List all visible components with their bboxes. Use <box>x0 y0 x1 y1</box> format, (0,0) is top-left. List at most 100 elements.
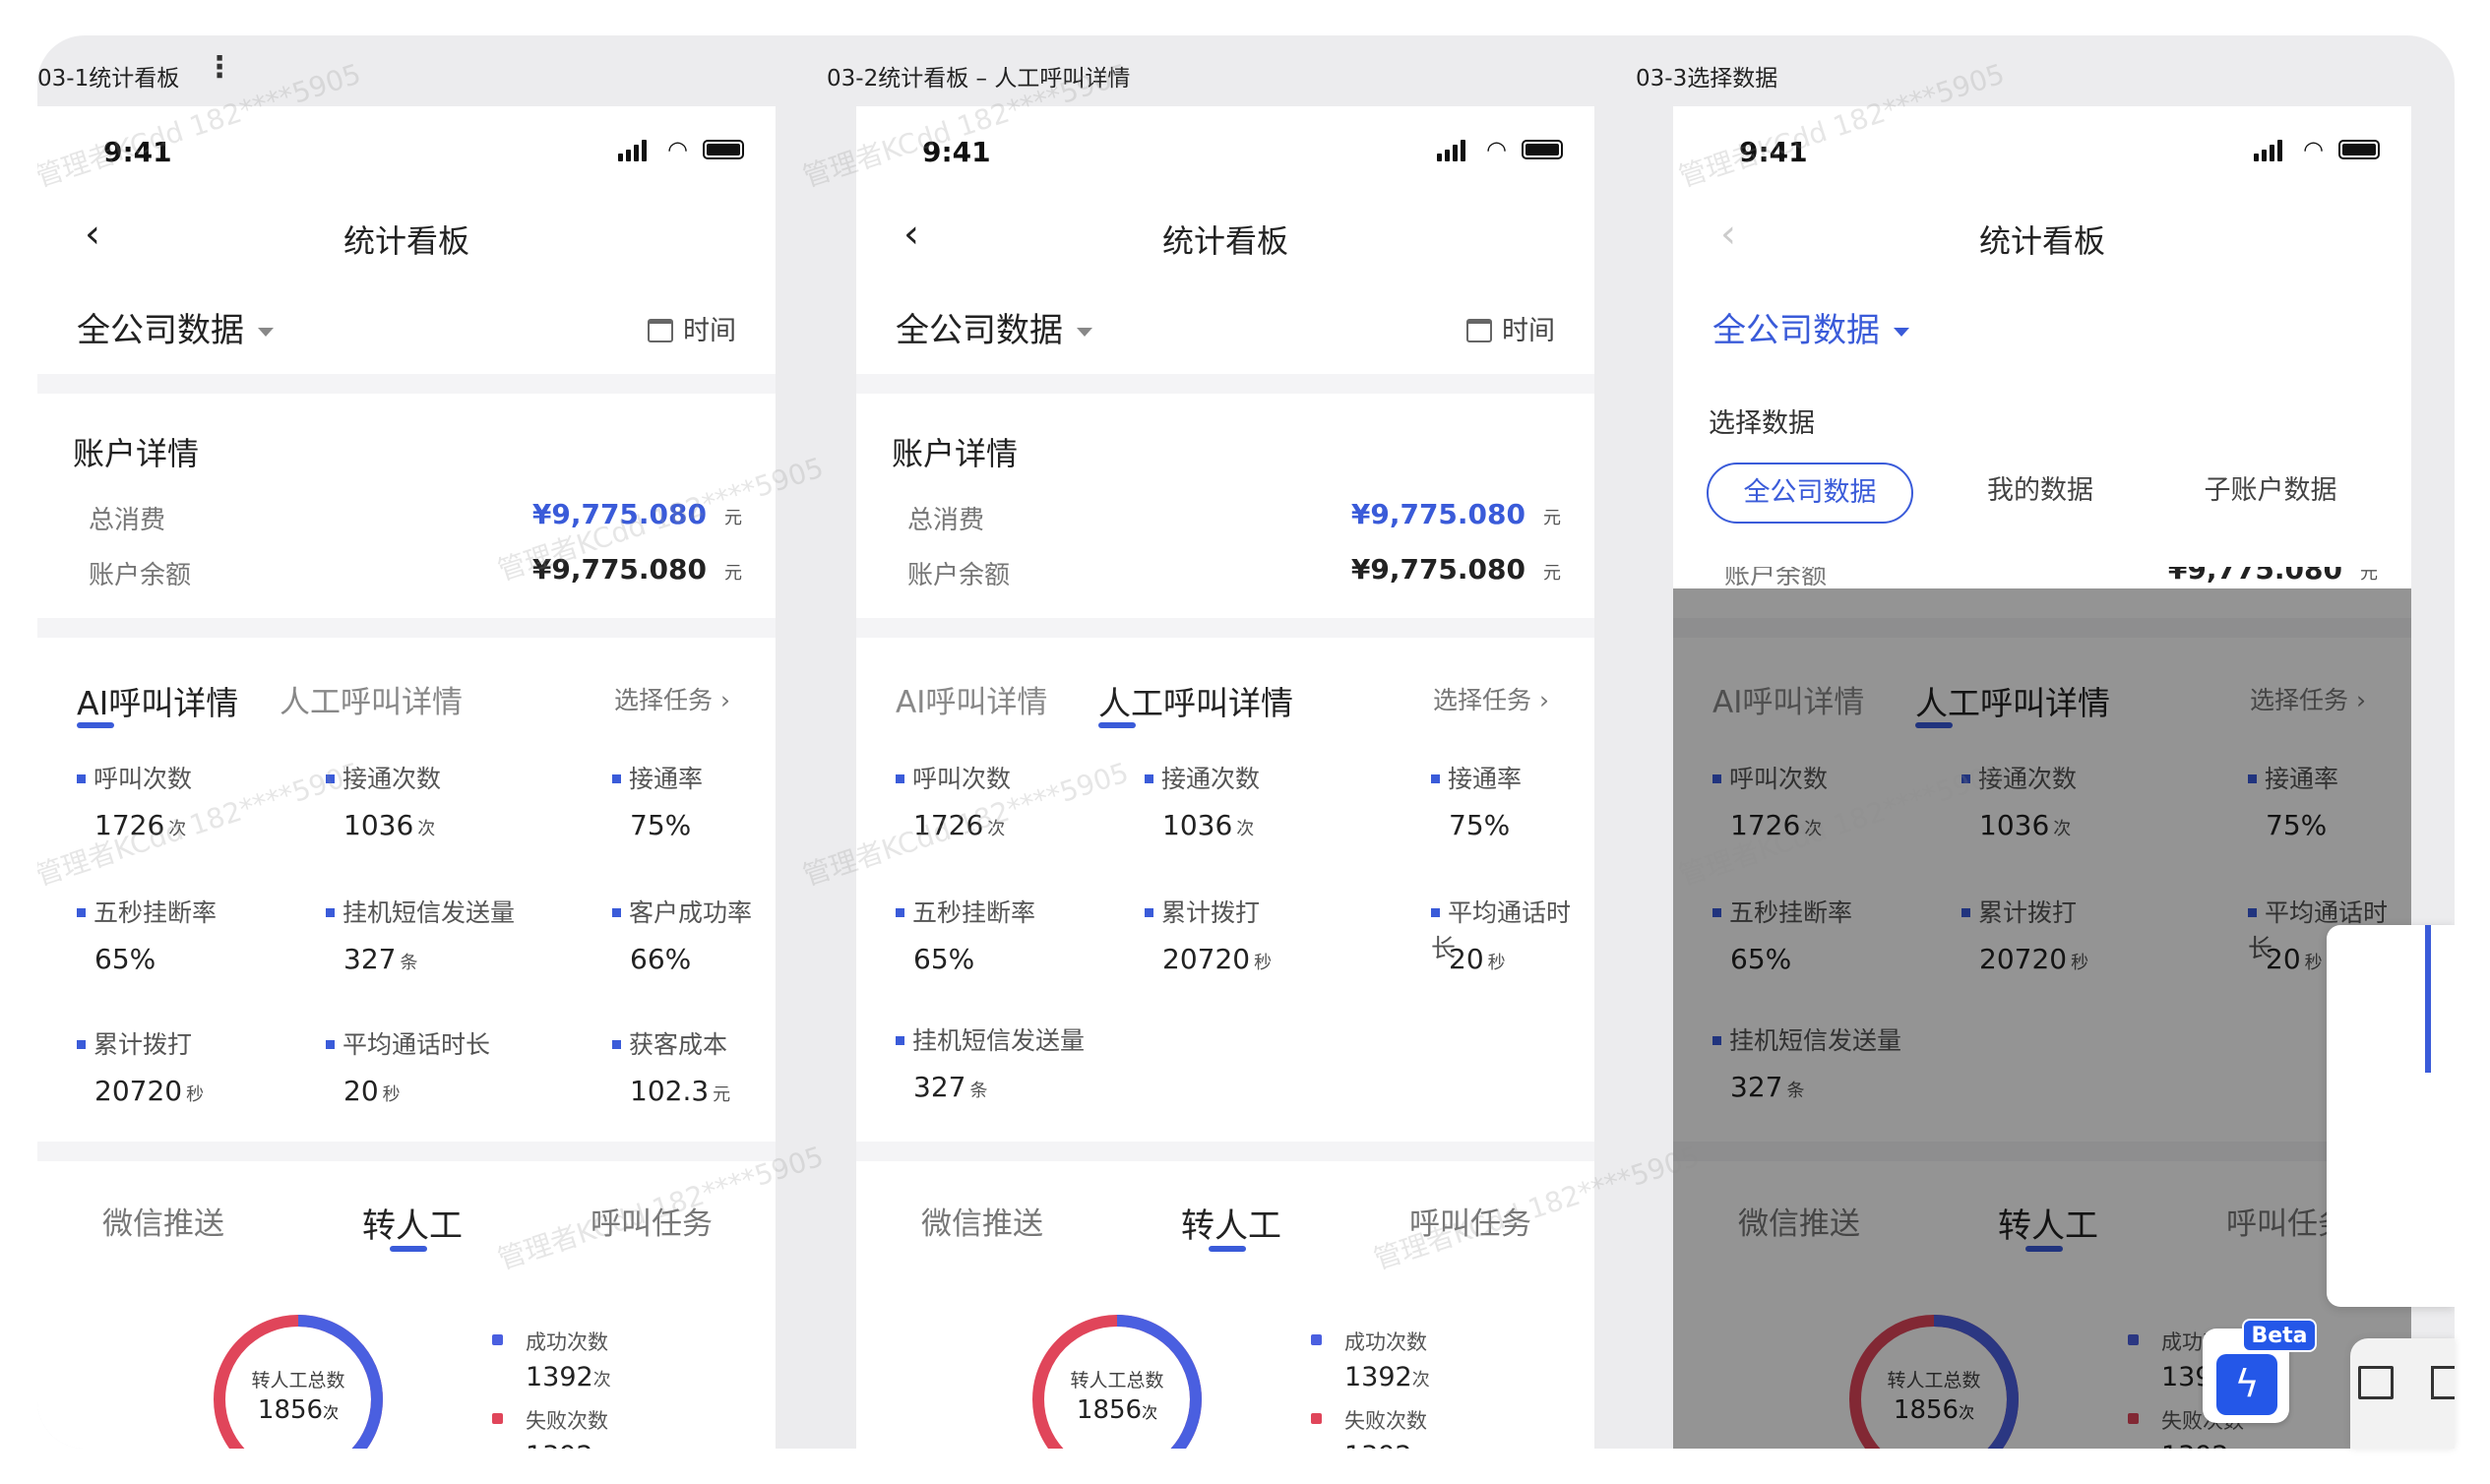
floating-panel[interactable] <box>2327 925 2455 1307</box>
caret-down-icon <box>258 328 274 337</box>
metric-label: 挂机短信发送量 <box>326 894 515 929</box>
wifi-icon: ◠ <box>667 136 688 163</box>
metric-value: 1726 次 <box>94 809 187 841</box>
option-my-data[interactable]: 我的数据 <box>1937 463 2144 524</box>
select-task-link[interactable]: 选择任务 › <box>614 681 730 716</box>
tab-manual-calls[interactable]: 人工呼叫详情 <box>1098 677 1293 724</box>
active-tab-indicator <box>1209 1246 1246 1252</box>
legend-value-fail: 1392次 <box>1344 1441 1430 1449</box>
scope-selector[interactable]: 全公司数据 <box>77 303 274 351</box>
tab-wechat-push[interactable]: 微信推送 <box>102 1199 224 1243</box>
option-sub-account[interactable]: 子账户数据 <box>2167 463 2374 524</box>
metric-value: 1036 次 <box>343 809 436 841</box>
time-filter-button[interactable]: 时间 <box>648 309 736 347</box>
tab-manual-calls[interactable]: 人工呼叫详情 <box>280 677 463 721</box>
account-title: 账户详情 <box>73 435 200 472</box>
metric-label: 呼叫次数 <box>77 760 192 795</box>
account-card: 账户详情 总消费 ¥9,775.080 元 账户余额 ¥9,775.080 元 <box>856 394 1594 618</box>
time-label: 时间 <box>1502 316 1555 346</box>
legend-swatch-success <box>492 1334 503 1345</box>
tab-ai-calls[interactable]: AI呼叫详情 <box>896 677 1047 721</box>
signal-icon <box>618 154 623 161</box>
scope-label: 全公司数据 <box>1712 311 1880 350</box>
page-title: 统计看板 <box>1161 222 1288 260</box>
option-all-company[interactable]: 全公司数据 <box>1707 463 1913 524</box>
select-data-dropdown: 选择数据 全公司数据 我的数据 子账户数据 <box>1673 374 2411 567</box>
frame-label-2[interactable]: 03-2统计看板 – 人工呼叫详情 <box>827 59 1130 93</box>
metric-label: 挂机短信发送量 <box>896 1021 1085 1057</box>
bullet-icon <box>612 1040 621 1049</box>
calendar-icon <box>1466 319 1492 342</box>
status-time: 9:41 <box>103 136 172 168</box>
legend-value-success: 1392次 <box>1344 1362 1430 1392</box>
total-spend-value: ¥9,775.080 <box>1350 498 1525 530</box>
unit-yuan: 元 <box>1543 508 1561 528</box>
metric-value: 65% <box>94 943 156 975</box>
bullet-icon <box>77 1040 86 1049</box>
header-area: 9:41 ◠ ‹ 统计看板 全公司数据 时间 <box>856 106 1594 374</box>
header-area: 9:41 ◠ ‹ 统计看板 全公司数据 <box>1673 106 2411 374</box>
frame-tool-icon[interactable] <box>2358 1366 2394 1399</box>
status-icons: ◠ <box>2254 138 2382 161</box>
bullet-icon <box>1145 908 1153 917</box>
bullet-icon <box>896 908 904 917</box>
header-area: 9:41 ◠ ‹ 统计看板 全公司数据 时间 <box>37 106 776 374</box>
bullet-icon <box>896 1036 904 1045</box>
donut-label: 转人工总数 <box>1070 1370 1164 1391</box>
frame-label-3[interactable]: 03-3选择数据 <box>1636 59 1777 93</box>
metric-label: 五秒挂断率 <box>77 894 217 929</box>
phone-frame-manual-calls: 9:41 ◠ ‹ 统计看板 全公司数据 时间 账户详情 总消费 ¥9,775.0… <box>856 106 1594 1449</box>
transfer-card: 微信推送 转人工 呼叫任务 转人工总数 1856次 成功次数 1392次 失败次… <box>37 1161 776 1449</box>
metric-label: 客户成功率 <box>612 894 752 929</box>
legend-swatch-success <box>1311 1334 1322 1345</box>
select-task-link[interactable]: 选择任务 › <box>1433 681 1549 716</box>
grid-tool-icon[interactable] <box>2431 1366 2455 1399</box>
tab-wechat-push[interactable]: 微信推送 <box>921 1199 1043 1243</box>
beta-badge: Beta <box>2242 1319 2317 1352</box>
time-filter-button[interactable]: 时间 <box>1466 309 1555 347</box>
metric-value: 20720 秒 <box>94 1075 205 1107</box>
unit-yuan: 元 <box>1543 563 1561 584</box>
metric-value: 20 秒 <box>1449 943 1506 975</box>
bullet-icon <box>326 1040 335 1049</box>
metric-label: 平均通话时长 <box>326 1025 490 1061</box>
frame-label-1[interactable]: 03-1统计看板 <box>37 59 179 93</box>
tab-call-task[interactable]: 呼叫任务 <box>591 1199 713 1243</box>
design-canvas: 03-1统计看板 ⋮ 03-2统计看板 – 人工呼叫详情 03-3选择数据 9:… <box>37 35 2455 1449</box>
tab-call-task[interactable]: 呼叫任务 <box>1409 1199 1531 1243</box>
metric-label: 接通次数 <box>326 760 441 795</box>
bullet-icon <box>896 774 904 783</box>
metric-label: 累计拨打 <box>77 1025 192 1061</box>
transfer-card: 微信推送 转人工 呼叫任务 转人工总数 1856次 成功次数 1392次 失败次… <box>856 1161 1594 1449</box>
more-icon[interactable]: ⋮ <box>205 53 234 83</box>
scope-selector[interactable]: 全公司数据 <box>896 303 1092 351</box>
account-title: 账户详情 <box>892 435 1019 472</box>
status-icons: ◠ <box>1437 138 1565 161</box>
caret-down-icon <box>1894 328 1909 337</box>
total-spend-label: 总消费 <box>907 506 985 535</box>
call-details-card: AI呼叫详情 人工呼叫详情 选择任务 › 呼叫次数 1726 次 接通次数 103… <box>37 638 776 1142</box>
bullet-icon <box>1431 908 1440 917</box>
tab-transfer-manual[interactable]: 转人工 <box>1181 1199 1281 1247</box>
metric-value: 20720 秒 <box>1162 943 1273 975</box>
panel-focus-bar <box>2425 925 2431 1073</box>
donut-value: 1856次 <box>257 1395 340 1425</box>
signal-icon <box>1437 154 1442 161</box>
metric-value: 65% <box>913 943 975 975</box>
metric-label: 接通率 <box>612 760 703 795</box>
legend-label-success: 成功次数 <box>1344 1330 1427 1354</box>
metric-value: 75% <box>630 809 692 841</box>
lightning-icon: ϟ <box>2216 1354 2277 1415</box>
scope-selector[interactable]: 全公司数据 <box>1712 303 1909 351</box>
unit-yuan: 元 <box>724 508 742 528</box>
tab-transfer-manual[interactable]: 转人工 <box>362 1199 463 1247</box>
total-spend-label: 总消费 <box>89 506 166 535</box>
active-tab-indicator <box>77 722 114 728</box>
page-title: 统计看板 <box>342 222 469 260</box>
tab-ai-calls[interactable]: AI呼叫详情 <box>77 677 238 724</box>
calendar-icon <box>648 319 673 342</box>
metric-label: 累计拨打 <box>1145 894 1260 929</box>
wifi-icon: ◠ <box>1486 136 1507 163</box>
total-spend-value: ¥9,775.080 <box>531 498 707 530</box>
battery-icon <box>703 140 744 159</box>
